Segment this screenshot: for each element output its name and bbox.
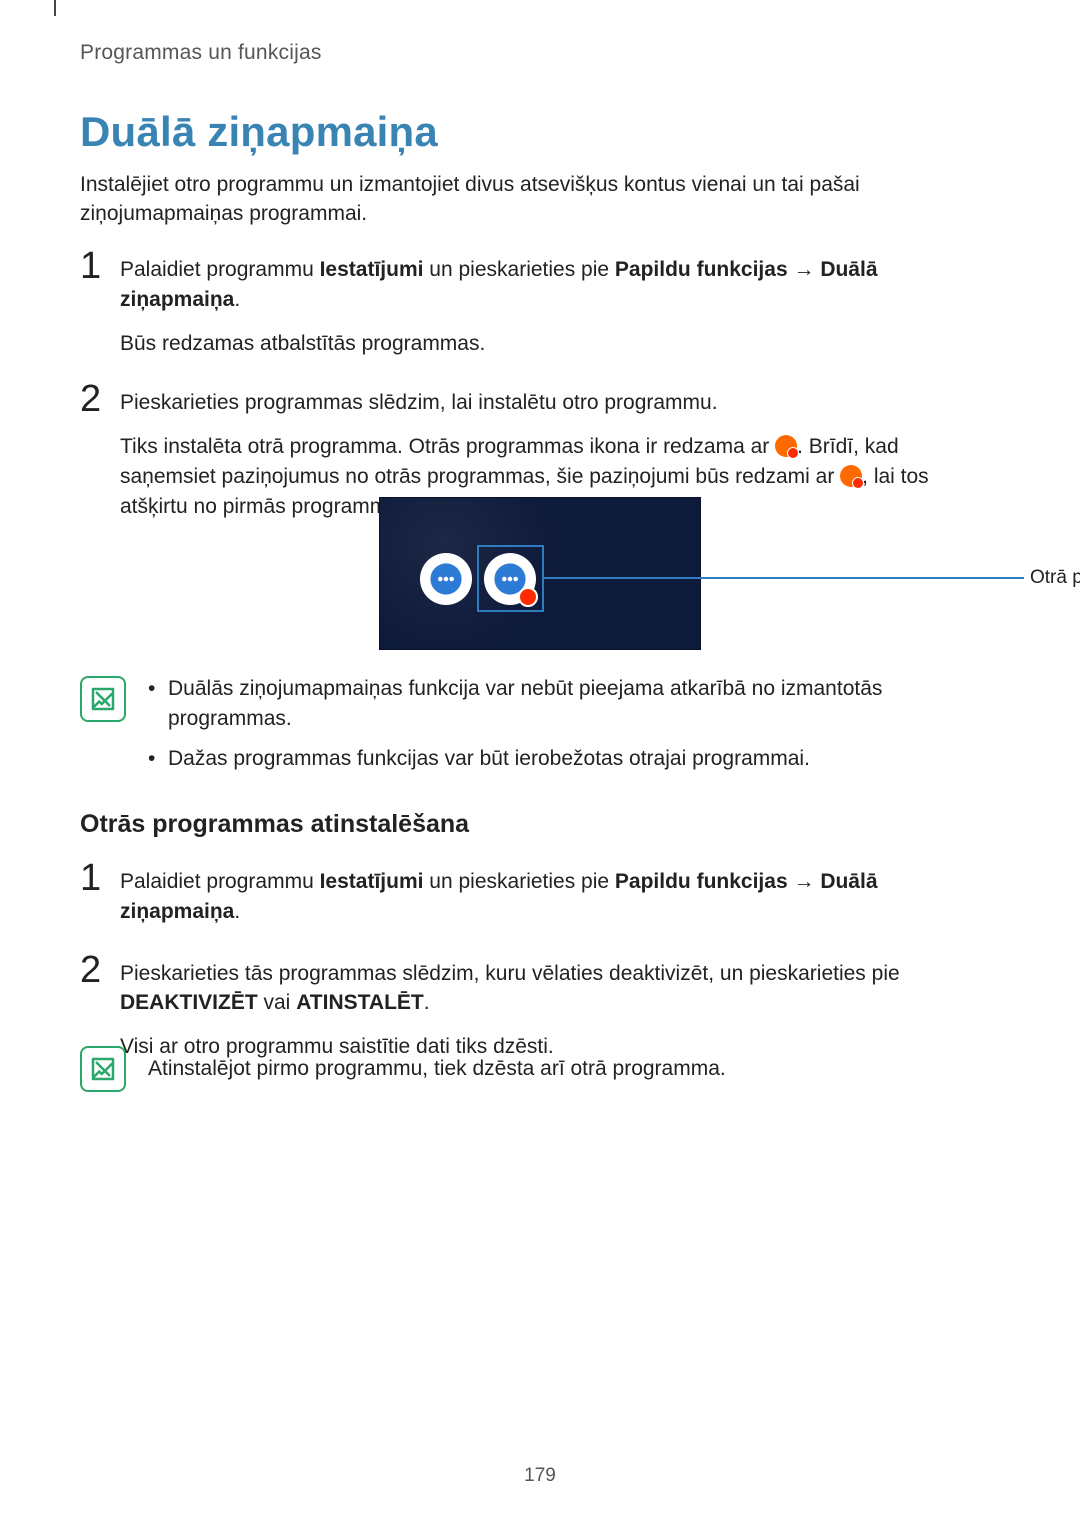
note-icon	[80, 1046, 126, 1092]
step-number: 1	[80, 859, 120, 927]
step-text: Pieskarieties programmas slēdzim, lai in…	[120, 388, 1000, 418]
callout-label: Otrā programma	[1030, 567, 1080, 589]
step-text: Pieskarieties tās programmas slēdzim, ku…	[120, 959, 1000, 1019]
step-text: Palaidiet programmu Iestatījumi un piesk…	[120, 255, 1000, 315]
dual-app-badge-icon	[775, 435, 797, 457]
note-text: Atinstalējot pirmo programmu, tiek dzēst…	[148, 1044, 726, 1092]
dual-app-badge-icon	[840, 465, 862, 487]
callout-box	[477, 545, 544, 612]
step-number: 1	[80, 247, 120, 358]
step-text: Palaidiet programmu Iestatījumi un piesk…	[120, 867, 1000, 927]
figure-dual-app-homescreen: Otrā programma	[379, 497, 701, 650]
page-number: 179	[0, 1465, 1080, 1487]
app-icon-primary	[420, 553, 472, 605]
note-item: Dažas programmas funkcijas var būt ierob…	[148, 744, 1000, 774]
margin-rule	[54, 0, 56, 16]
note-item: Duālās ziņojumapmaiņas funkcija var nebū…	[148, 674, 1000, 734]
section-header: Programmas un funkcijas	[80, 41, 322, 65]
note-icon	[80, 676, 126, 722]
intro-paragraph: Instalējiet otro programmu un izmantojie…	[80, 171, 1000, 229]
page-title: Duālā ziņapmaiņa	[80, 108, 438, 156]
step-subtext: Būs redzamas atbalstītās programmas.	[120, 329, 1000, 359]
subheading: Otrās programmas atinstalēšana	[80, 810, 469, 839]
callout-leader-line	[544, 577, 1024, 579]
